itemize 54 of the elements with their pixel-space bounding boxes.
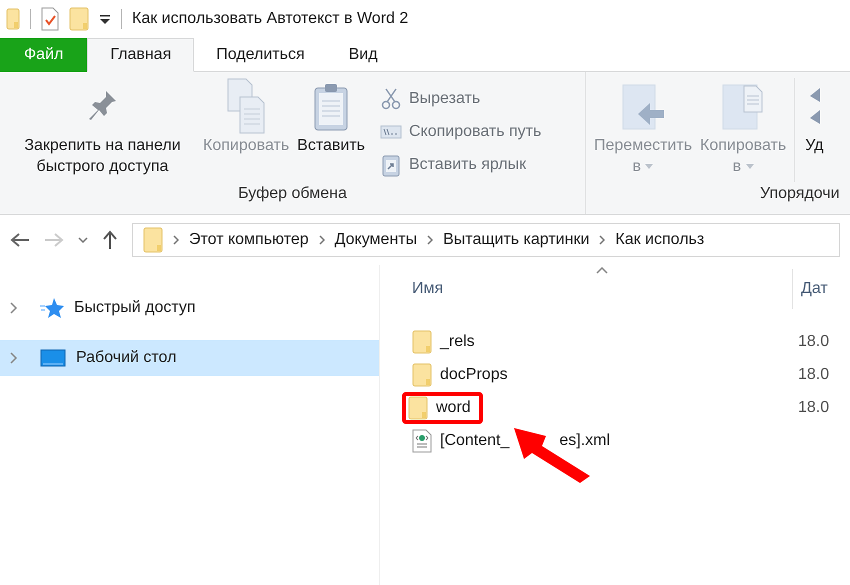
group-label: Буфер обмена (237, 184, 348, 204)
folder-icon (412, 362, 432, 386)
chevron-icon (427, 235, 434, 245)
folder-icon (143, 227, 163, 253)
address-field[interactable]: Этот компьютер Документы Вытащить картинки Как использ (132, 223, 840, 257)
monitor-icon (40, 349, 66, 367)
chevron-icon (599, 235, 606, 245)
properties-icon[interactable] (41, 7, 59, 31)
file-name[interactable]: word (436, 396, 471, 420)
nav-item[interactable]: Быстрый доступ (0, 290, 379, 326)
chevron-icon (318, 235, 325, 245)
folder-icon (412, 330, 432, 354)
column-header[interactable]: Дат (792, 269, 828, 309)
caret-icon (645, 164, 654, 170)
caret-icon (746, 164, 754, 170)
window-title: Как использовать Автотекст в Word 2 (132, 9, 408, 29)
column-header[interactable]: Имя (412, 277, 792, 301)
nav-item[interactable]: Рабочий стол (0, 340, 379, 376)
back-arrow-icon[interactable] (10, 232, 30, 248)
chevron-down-icon[interactable] (78, 237, 88, 243)
file-name-part[interactable]: [Content_ (440, 428, 510, 452)
clipboard-icon (313, 83, 350, 131)
dropdown-icon[interactable] (99, 13, 111, 25)
ribbon-button[interactable]: Вставить (293, 78, 369, 182)
chevron-right-icon (10, 302, 18, 314)
up-arrow-icon[interactable] (102, 230, 118, 250)
file-name[interactable]: _rels (440, 330, 475, 354)
documents-icon (722, 84, 764, 130)
file-name-part[interactable]: es].xml (559, 428, 610, 452)
ribbon-tab[interactable]: Вид (326, 38, 400, 72)
path-icon (380, 124, 402, 139)
ribbon-tab[interactable]: Поделиться (194, 38, 327, 72)
group-label: Упорядочи (760, 184, 840, 204)
star-icon (40, 297, 64, 319)
file-name[interactable]: docProps (440, 362, 508, 386)
breadcrumb[interactable]: Этот компьютер (189, 228, 309, 252)
ribbon-button[interactable]: Уд (794, 78, 828, 182)
date-cell-text: 18.0 (798, 364, 830, 384)
chevron-icon (173, 235, 179, 245)
date-cell-text: 18.0 (798, 398, 830, 418)
nav-item-label: Быстрый доступ (74, 298, 196, 318)
ribbon-tab[interactable]: Главная (87, 38, 194, 72)
chevron-right-icon (10, 352, 18, 364)
breadcrumb[interactable]: Документы (334, 228, 418, 252)
breadcrumb[interactable]: Вытащить картинки (443, 228, 590, 252)
ribbon-button[interactable]: Закрепить на панели быстрого доступа (6, 78, 199, 182)
folder-icon (408, 396, 428, 420)
sort-up-icon[interactable] (596, 267, 608, 274)
nav-item-label: Рабочий стол (76, 348, 176, 368)
breadcrumb[interactable]: Как использ (615, 228, 704, 252)
date-cell-text: 18.0 (798, 332, 830, 352)
scissors-icon (380, 88, 401, 110)
xml-file-icon (412, 428, 432, 452)
arrow-left-icon (622, 84, 664, 130)
